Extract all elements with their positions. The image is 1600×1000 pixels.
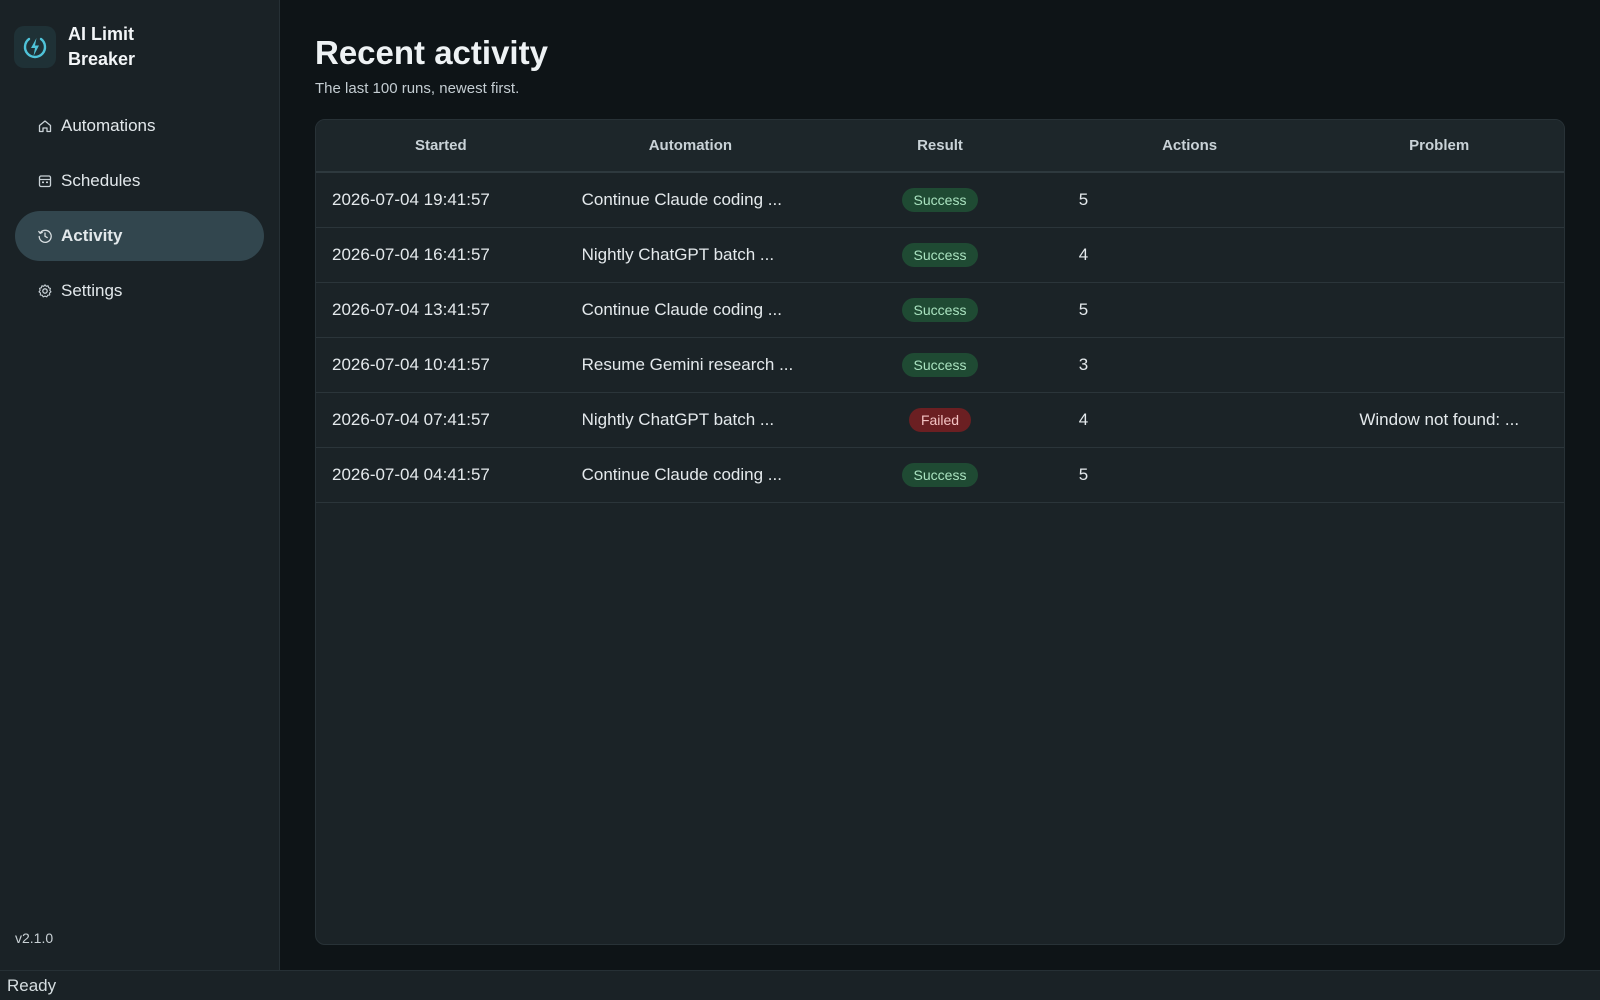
sidebar-item-label: Settings	[61, 281, 123, 300]
automation-cell: Continue Claude coding ...	[581, 465, 782, 484]
result-cell: Failed	[815, 408, 1065, 432]
result-cell: Success	[815, 298, 1065, 322]
automation-cell: Resume Gemini research ...	[581, 355, 794, 374]
automation-cell: Nightly ChatGPT batch ...	[581, 245, 775, 264]
column-header-result[interactable]: Result	[815, 120, 1065, 171]
status-badge: Success	[901, 188, 979, 212]
column-header-actions[interactable]: Actions	[1065, 120, 1315, 171]
status-badge: Failed	[908, 408, 972, 432]
page-subtitle: The last 100 runs, newest first.	[315, 80, 520, 97]
status-text: Ready	[7, 975, 57, 995]
result-cell: Success	[815, 188, 1065, 212]
started-cell: 2026-07-04 10:41:57	[332, 355, 490, 374]
problem-cell: Window not found: ...	[1359, 410, 1520, 429]
app-name: AI Limit Breaker	[68, 24, 136, 69]
column-header-problem[interactable]: Problem	[1314, 120, 1564, 171]
actions-cell: 3	[1078, 355, 1089, 374]
table-row[interactable]: 2026-07-04 04:41:57 Continue Claude codi…	[316, 448, 1564, 503]
actions-cell: 4	[1078, 245, 1089, 264]
sidebar-item-label: Activity	[61, 226, 123, 245]
page-title: Recent activity	[315, 34, 548, 71]
status-badge: Success	[901, 463, 979, 487]
started-cell: 2026-07-04 13:41:57	[332, 300, 490, 319]
main-content: Recent activity The last 100 runs, newes…	[280, 0, 1600, 970]
sidebar-item-settings[interactable]: Settings	[15, 266, 264, 316]
history-icon	[37, 228, 53, 244]
started-cell: 2026-07-04 19:41:57	[332, 190, 490, 209]
started-cell: 2026-07-04 16:41:57	[332, 245, 490, 264]
actions-cell: 4	[1078, 410, 1089, 429]
column-header-automation[interactable]: Automation	[566, 120, 816, 171]
actions-cell: 5	[1078, 190, 1089, 209]
status-bar: Ready	[0, 970, 1600, 1000]
sidebar-item-activity[interactable]: Activity	[15, 211, 264, 261]
actions-cell: 5	[1078, 300, 1089, 319]
app-window: AI Limit Breaker Automations Schedules A…	[0, 0, 1600, 970]
table-header: Started Automation Result Actions Proble…	[316, 120, 1564, 173]
table-row[interactable]: 2026-07-04 13:41:57 Continue Claude codi…	[316, 283, 1564, 338]
sidebar-item-label: Automations	[61, 116, 156, 135]
automation-cell: Nightly ChatGPT batch ...	[581, 410, 775, 429]
activity-table: Started Automation Result Actions Proble…	[315, 119, 1565, 945]
table-row[interactable]: 2026-07-04 16:41:57 Nightly ChatGPT batc…	[316, 228, 1564, 283]
sidebar: AI Limit Breaker Automations Schedules A…	[0, 0, 280, 970]
automation-cell: Continue Claude coding ...	[581, 300, 782, 319]
calendar-icon	[37, 173, 53, 189]
table-row[interactable]: 2026-07-04 10:41:57 Resume Gemini resear…	[316, 338, 1564, 393]
status-badge: Success	[901, 353, 979, 377]
started-cell: 2026-07-04 07:41:57	[332, 410, 490, 429]
sidebar-item-schedules[interactable]: Schedules	[15, 156, 264, 206]
result-cell: Success	[815, 353, 1065, 377]
gear-icon	[37, 283, 53, 299]
actions-cell: 5	[1078, 465, 1089, 484]
column-header-started[interactable]: Started	[316, 120, 566, 171]
lightning-logo-icon	[14, 26, 56, 68]
table-row[interactable]: 2026-07-04 07:41:57 Nightly ChatGPT batc…	[316, 393, 1564, 448]
sidebar-nav: Automations Schedules Activity Settings	[15, 101, 264, 321]
automation-cell: Continue Claude coding ...	[581, 190, 782, 209]
status-badge: Success	[901, 298, 979, 322]
app-version: v2.1.0	[15, 930, 54, 946]
brand: AI Limit Breaker	[14, 22, 178, 72]
table-row[interactable]: 2026-07-04 19:41:57 Continue Claude codi…	[316, 173, 1564, 228]
result-cell: Success	[815, 463, 1065, 487]
home-icon	[37, 118, 53, 134]
started-cell: 2026-07-04 04:41:57	[332, 465, 490, 484]
sidebar-item-label: Schedules	[61, 171, 141, 190]
status-badge: Success	[901, 243, 979, 267]
result-cell: Success	[815, 243, 1065, 267]
sidebar-item-automations[interactable]: Automations	[15, 101, 264, 151]
